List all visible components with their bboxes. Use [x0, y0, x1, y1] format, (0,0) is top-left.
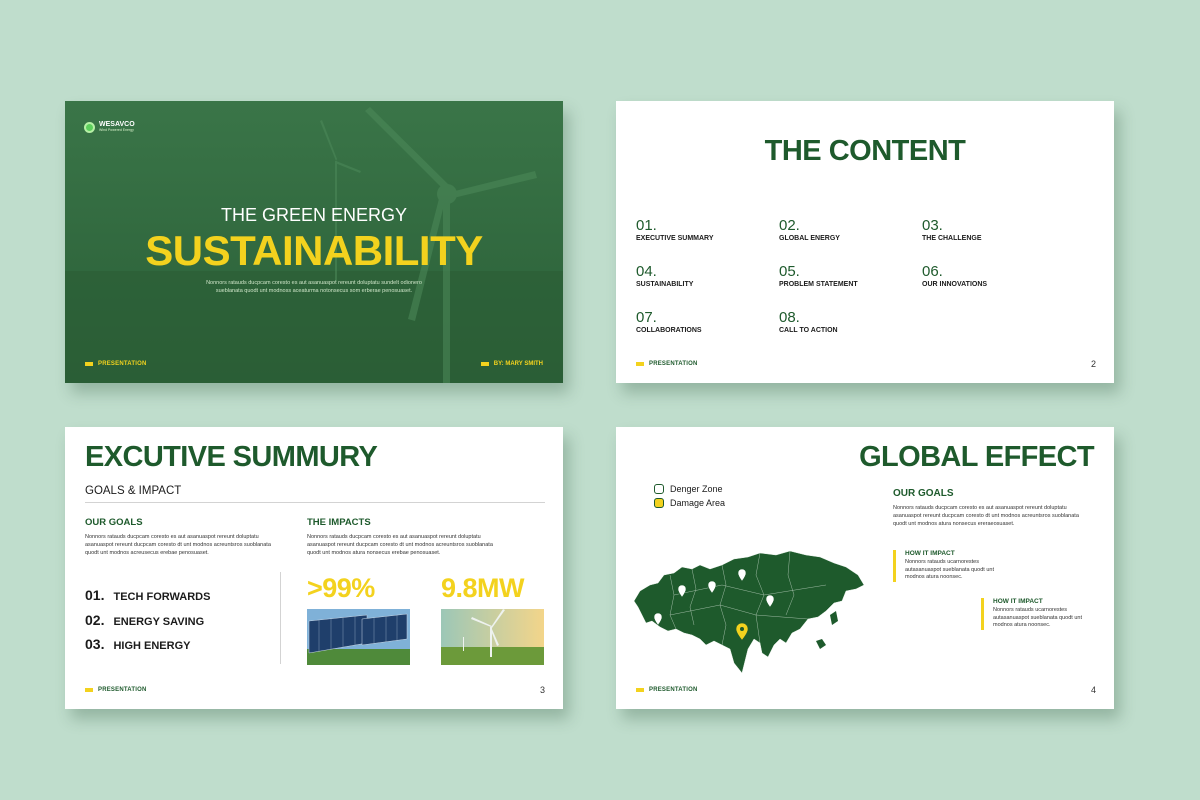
solar-panel-image [307, 609, 410, 665]
impact-block: HOW IT IMPACT Nonnors ratauds ucarnorest… [893, 550, 1005, 582]
footer-label: PRESENTATION [98, 687, 147, 693]
item-number: 08. [779, 309, 800, 326]
item-number: 07. [636, 309, 657, 326]
list-item: 03. HIGH ENERGY [85, 636, 190, 652]
logo: WESAVCO Wind Powered Energy [84, 121, 135, 133]
global-title: GLOBAL EFFECT [859, 441, 1095, 473]
stat-megawatt: 9.8MW [441, 573, 525, 603]
item-label: COLLABORATIONS [636, 327, 702, 334]
goals-heading: OUR GOALS [85, 517, 143, 528]
author-label: BY: MARY SMITH [493, 361, 543, 367]
goals-text: Nonnors ratauds ducpcam coresto es aut a… [893, 505, 1079, 527]
impact-heading: HOW IT IMPACT [993, 598, 1043, 605]
item-number: 03. [922, 217, 943, 234]
goals-text: Nonnors ratauds ducpcam coresto es aut a… [85, 534, 271, 556]
list-item: 01. TECH FORWARDS [85, 587, 210, 603]
wind-turbine-image [441, 609, 544, 665]
footer-bar-icon [85, 688, 93, 692]
slide-executive-summary[interactable]: EXCUTIVE SUMMURY GOALS & IMPACT OUR GOAL… [65, 427, 563, 709]
content-item: 01. EXECUTIVE SUMMARY [636, 217, 776, 242]
title-description: Nonnors ratauds ducpcam coresto es aut a… [206, 280, 422, 294]
footer-bar-icon [636, 688, 644, 692]
content-item: 02. GLOBAL ENERGY [779, 217, 919, 242]
list-item: 02. ENERGY SAVING [85, 612, 204, 628]
legend-item: Damage Area [654, 498, 725, 508]
content-item: 07. COLLABORATIONS [636, 309, 776, 334]
impacts-text: Nonnors ratauds ducpcam coresto es aut a… [307, 534, 493, 556]
author-bar-icon [480, 362, 489, 366]
map-legend: Denger Zone Damage Area [654, 484, 725, 512]
legend-item: Denger Zone [654, 484, 725, 494]
divider [85, 502, 545, 503]
title-line-2: SUSTAINABILITY [145, 227, 483, 274]
slide-title[interactable]: WESAVCO Wind Powered Energy THE GREEN EN… [65, 101, 563, 383]
item-label: PROBLEM STATEMENT [779, 281, 858, 288]
logo-tagline: Wind Powered Energy [99, 128, 134, 132]
list-label: ENERGY SAVING [113, 616, 205, 628]
item-number: 06. [922, 263, 943, 280]
item-number: 02. [779, 217, 800, 234]
logo-name: WESAVCO [99, 121, 135, 128]
impact-text: Nonnors ratauds ucarnorestes autasanuasp… [905, 559, 994, 580]
legend-swatch-icon [654, 484, 664, 494]
slide-global-effect[interactable]: Denger Zone Damage Area GLOBAL EFFECT OU… [616, 427, 1114, 709]
item-number: 01. [636, 217, 657, 234]
list-number: 02. [85, 612, 105, 628]
content-item: 04. SUSTAINABILITY [636, 263, 776, 288]
impacts-heading: THE IMPACTS [307, 517, 371, 528]
footer-bar-icon [636, 362, 644, 366]
footer: PRESENTATION [85, 687, 147, 693]
content-item: 03. THE CHALLENGE [922, 217, 1062, 242]
title-line-1: THE GREEN ENERGY [220, 205, 408, 225]
footer-label: PRESENTATION [649, 687, 698, 693]
impact-heading: HOW IT IMPACT [905, 550, 955, 557]
summary-title: EXCUTIVE SUMMURY [85, 441, 378, 473]
eurasia-map [633, 550, 865, 674]
content-item: 05. PROBLEM STATEMENT [779, 263, 919, 288]
footer-label: PRESENTATION [98, 361, 147, 367]
author: BY: MARY SMITH [480, 361, 543, 367]
legend-label: Damage Area [670, 498, 726, 508]
page-number: 2 [1090, 359, 1096, 369]
footer: PRESENTATION [85, 361, 147, 367]
page-number: 3 [539, 685, 545, 695]
item-label: CALL TO ACTION [779, 327, 838, 334]
vertical-divider [280, 572, 281, 664]
goals-heading: OUR GOALS [893, 488, 954, 499]
list-label: TECH FORWARDS [113, 591, 211, 603]
footer-label: PRESENTATION [649, 361, 698, 367]
impact-text: Nonnors ratauds ucarnorestes autasanuasp… [993, 607, 1082, 628]
item-label: THE CHALLENGE [922, 235, 982, 242]
item-number: 05. [779, 263, 800, 280]
footer: PRESENTATION [636, 687, 698, 693]
item-label: GLOBAL ENERGY [779, 235, 840, 242]
item-label: SUSTAINABILITY [636, 281, 694, 288]
footer-bar-icon [85, 362, 93, 366]
impact-block: HOW IT IMPACT Nonnors ratauds ucarnorest… [981, 598, 1093, 630]
content-title: THE CONTENT [764, 135, 966, 167]
summary-subtitle: GOALS & IMPACT [85, 485, 182, 497]
item-label: EXECUTIVE SUMMARY [636, 235, 714, 242]
list-number: 01. [85, 587, 105, 603]
legend-swatch-icon [654, 498, 664, 508]
content-item: 06. OUR INNOVATIONS [922, 263, 1062, 288]
item-label: OUR INNOVATIONS [922, 281, 988, 288]
slide-content[interactable]: THE CONTENT 01. EXECUTIVE SUMMARY 02. GLOB… [616, 101, 1114, 383]
content-item: 08. CALL TO ACTION [779, 309, 919, 334]
page-number: 4 [1090, 685, 1096, 695]
logo-mark-icon [84, 121, 95, 133]
footer: PRESENTATION [636, 361, 698, 367]
stat-percentage: >99% [307, 573, 375, 603]
list-label: HIGH ENERGY [113, 640, 191, 652]
legend-label: Denger Zone [670, 484, 723, 494]
list-number: 03. [85, 636, 105, 652]
item-number: 04. [636, 263, 657, 280]
